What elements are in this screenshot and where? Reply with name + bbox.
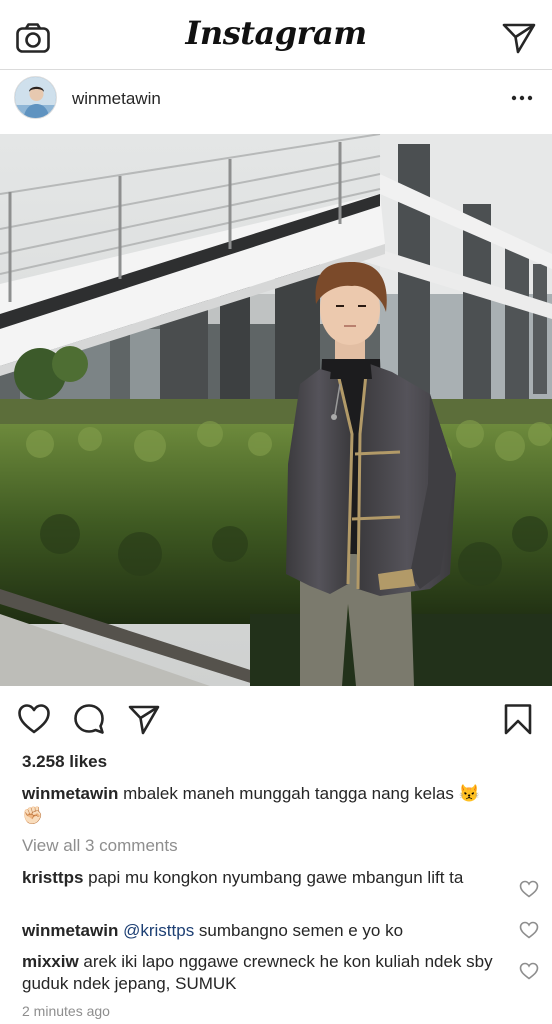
- comment-mention[interactable]: @kristtps: [123, 921, 194, 940]
- comment-text: sumbangno semen e yo ko: [194, 921, 404, 940]
- top-navigation-bar: Instagram: [0, 0, 552, 70]
- likes-count[interactable]: 3.258 likes: [22, 752, 107, 772]
- post-username[interactable]: winmetawin: [72, 89, 161, 109]
- more-options-icon[interactable]: [510, 88, 534, 108]
- comment-like-heart-icon[interactable]: [519, 962, 539, 980]
- caption: winmetawin mbalek maneh munggah tangga n…: [22, 783, 527, 827]
- comment-text: arek iki lapo nggawe crewneck he kon kul…: [22, 952, 493, 993]
- comment-icon[interactable]: [72, 702, 106, 736]
- caption-text: mbalek maneh munggah tangga nang kelas: [118, 784, 454, 803]
- post-actions: [0, 700, 552, 740]
- instagram-logo: Instagram: [185, 14, 367, 52]
- bookmark-icon[interactable]: [501, 702, 535, 736]
- comment-username[interactable]: mixxiw: [22, 952, 79, 971]
- avatar[interactable]: [14, 76, 57, 119]
- comment-username[interactable]: winmetawin: [22, 921, 118, 940]
- heart-icon[interactable]: [17, 702, 51, 736]
- view-all-comments-link[interactable]: View all 3 comments: [22, 836, 178, 856]
- comment-like-heart-icon[interactable]: [519, 880, 539, 898]
- post-image[interactable]: [0, 134, 552, 686]
- comment-item: mixxiw arek iki lapo nggawe crewneck he …: [22, 951, 527, 995]
- caption-username[interactable]: winmetawin: [22, 784, 118, 803]
- post-timestamp: 2 minutes ago: [22, 1003, 110, 1019]
- comment-text: papi mu kongkon nyumbang gawe mbangun li…: [83, 868, 464, 887]
- caption-emoji-fist: ✊🏻: [22, 806, 44, 825]
- caption-emoji-cat: 😾: [458, 784, 480, 803]
- comment-item: winmetawin @kristtps sumbangno semen e y…: [22, 920, 527, 942]
- direct-message-icon[interactable]: [502, 22, 536, 54]
- comment-like-heart-icon[interactable]: [519, 921, 539, 939]
- comment-item: kristtps papi mu kongkon nyumbang gawe m…: [22, 867, 527, 889]
- comment-username[interactable]: kristtps: [22, 868, 83, 887]
- post-header: winmetawin: [0, 70, 552, 134]
- share-icon[interactable]: [127, 702, 161, 736]
